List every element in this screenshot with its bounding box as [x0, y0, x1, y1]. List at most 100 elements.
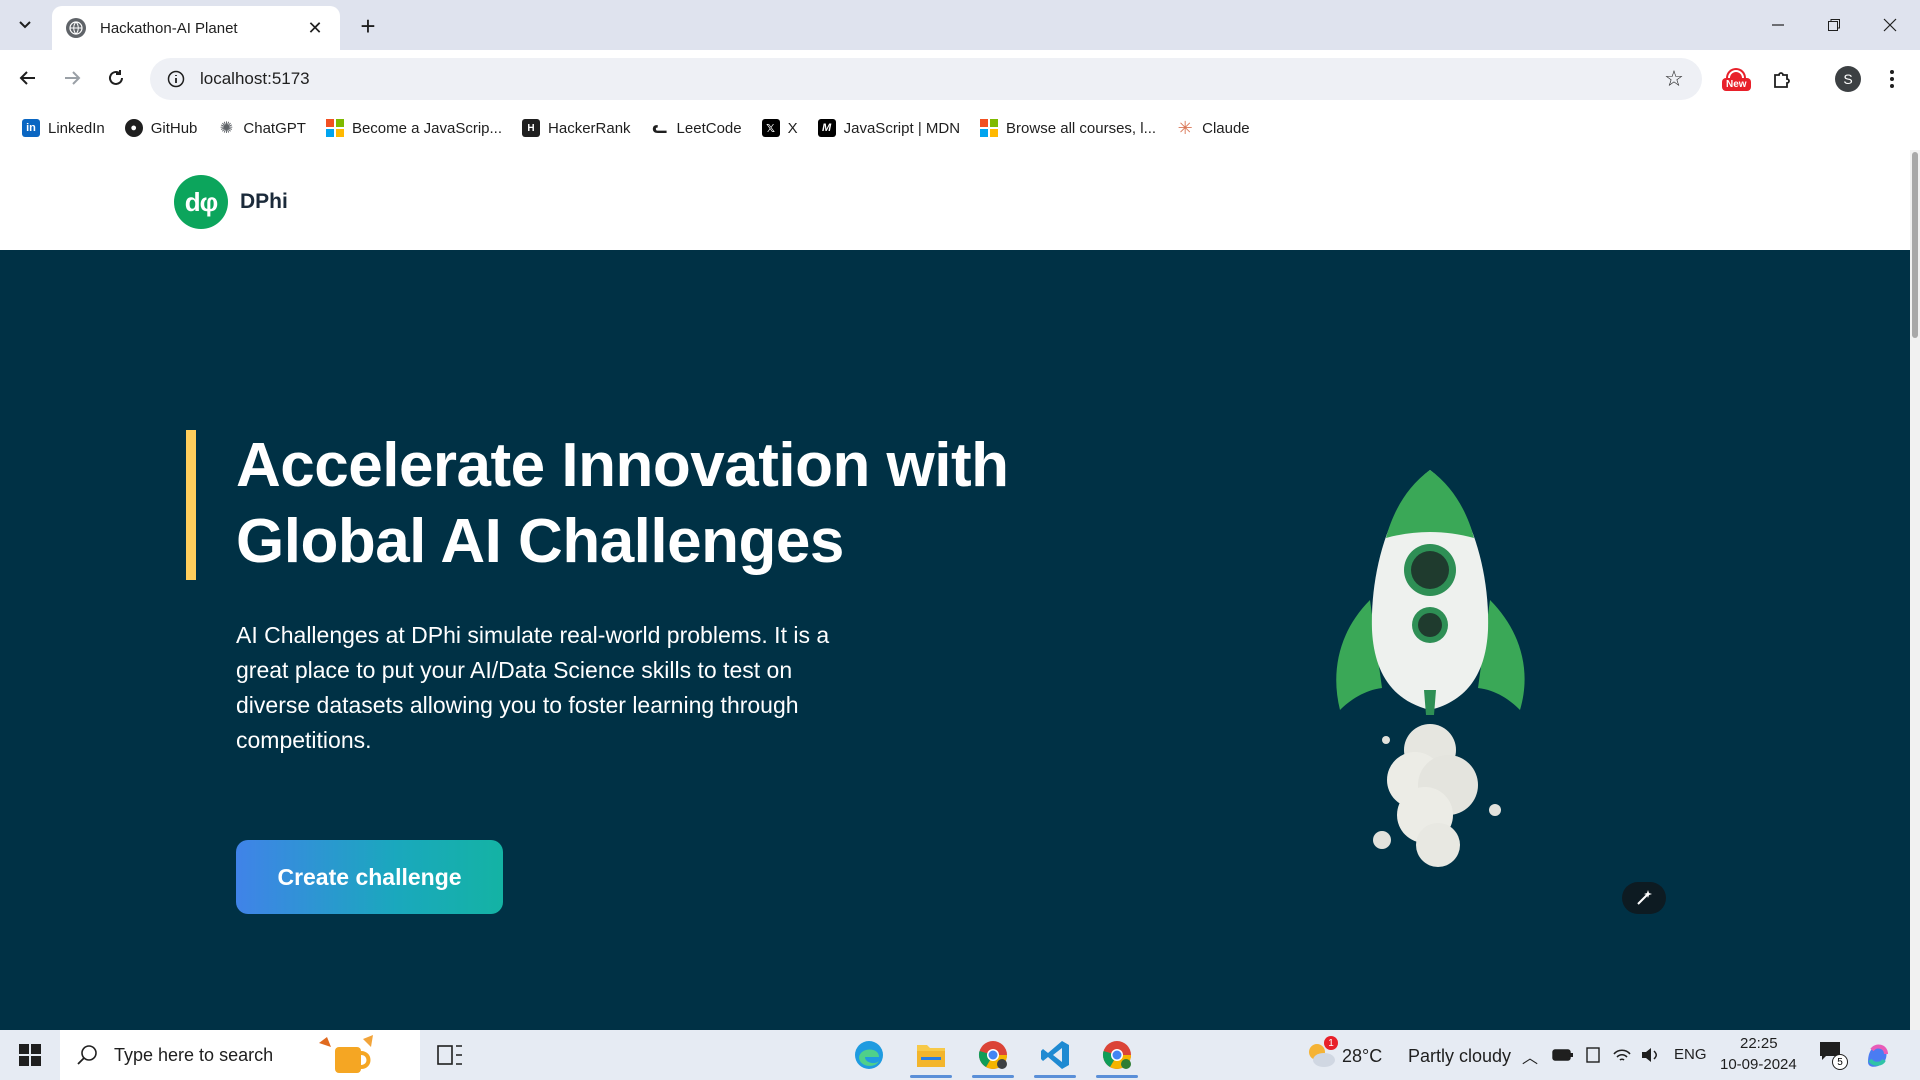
- taskbar-chrome-profile[interactable]: [1090, 1032, 1144, 1078]
- leetcode-icon: ᓚ: [652, 120, 667, 137]
- device-icon[interactable]: [1584, 1046, 1602, 1064]
- wifi-icon[interactable]: [1612, 1046, 1632, 1064]
- close-tab-icon[interactable]: ✕: [304, 17, 326, 39]
- x-icon: 𝕏: [761, 119, 780, 137]
- close-window-button[interactable]: [1862, 0, 1918, 50]
- bookmark-label: LinkedIn: [48, 119, 105, 137]
- bookmark-hackerrank[interactable]: H HackerRank: [514, 112, 639, 144]
- bookmark-label: Become a JavaScrip...: [351, 119, 503, 137]
- bookmark-label: ChatGPT: [243, 119, 306, 137]
- claude-icon: ✳: [1177, 117, 1193, 138]
- logo-text: DPhi: [240, 190, 288, 213]
- minimize-button[interactable]: [1750, 0, 1806, 50]
- hero-accent-bar: [186, 430, 196, 580]
- chevron-down-icon: [19, 21, 31, 29]
- show-hidden-icons[interactable]: ︿: [1522, 1044, 1538, 1068]
- weather-widget[interactable]: 1 28°C Partly cloudy: [1300, 1036, 1511, 1072]
- active-indicator: [1096, 1075, 1138, 1078]
- create-challenge-button[interactable]: Create challenge: [236, 840, 503, 914]
- task-view-icon[interactable]: [436, 1042, 464, 1068]
- arrow-right-icon: [65, 71, 81, 85]
- windows-taskbar: Type here to search 1 28°C Partly cloudy…: [0, 1030, 1920, 1080]
- mdn-icon: M: [817, 119, 836, 137]
- edge-icon: [855, 1041, 883, 1069]
- active-indicator: [910, 1075, 952, 1078]
- bookmark-linkedin[interactable]: in LinkedIn: [14, 112, 113, 144]
- close-icon: [1883, 18, 1897, 32]
- folder-icon: [917, 1045, 945, 1067]
- bookmark-label: Claude: [1202, 119, 1250, 137]
- autumn-mug-icon: [319, 1035, 374, 1073]
- bookmark-javascript-course[interactable]: Become a JavaScrip...: [318, 112, 510, 144]
- battery-icon[interactable]: [1552, 1048, 1574, 1062]
- clock-time[interactable]: 22:25: [1740, 1035, 1778, 1052]
- tab-strip: Hackathon-AI Planet ✕ +: [0, 0, 1920, 50]
- bookmark-label: JavaScript | MDN: [843, 119, 961, 137]
- taskbar-file-explorer[interactable]: [904, 1032, 958, 1078]
- hackerrank-icon: H: [522, 119, 541, 137]
- bookmark-github[interactable]: ● GitHub: [117, 112, 206, 144]
- notification-count: 5: [1832, 1054, 1848, 1070]
- windows-icon: [19, 1044, 41, 1066]
- bookmark-courses[interactable]: Browse all courses, l...: [972, 112, 1164, 144]
- puzzle-icon: [1774, 72, 1790, 88]
- taskbar-search-box[interactable]: Type here to search: [60, 1030, 420, 1080]
- rocket-illustration: [1336, 470, 1525, 867]
- magic-wand-icon: [1637, 890, 1652, 905]
- bookmark-mdn[interactable]: M JavaScript | MDN: [810, 112, 968, 144]
- search-placeholder: Type here to search: [114, 1044, 274, 1065]
- clock-date[interactable]: 10-09-2024: [1720, 1056, 1797, 1073]
- bookmark-label: Browse all courses, l...: [1006, 119, 1157, 137]
- profile-button[interactable]: S: [1828, 60, 1868, 98]
- chrome-icon: [1102, 1041, 1131, 1069]
- bookmark-label: GitHub: [150, 119, 198, 137]
- chrome-icon: [978, 1041, 1007, 1069]
- reload-button[interactable]: [98, 60, 134, 96]
- restore-button[interactable]: [1806, 0, 1862, 50]
- browser-tab[interactable]: Hackathon-AI Planet ✕: [52, 6, 340, 50]
- github-icon: ●: [124, 119, 143, 137]
- extension-new-button[interactable]: New: [1716, 60, 1756, 98]
- taskbar-vscode[interactable]: [1028, 1032, 1082, 1078]
- globe-icon: [66, 18, 86, 38]
- bookmark-leetcode[interactable]: ᓚ LeetCode: [643, 112, 750, 144]
- volume-icon[interactable]: [1640, 1046, 1662, 1064]
- bookmark-label: HackerRank: [548, 119, 631, 137]
- language-indicator[interactable]: ENG: [1674, 1046, 1707, 1063]
- new-tab-button[interactable]: +: [352, 10, 384, 42]
- hero-section: Accelerate Innovation with Global AI Cha…: [0, 250, 1910, 1030]
- tab-search-button[interactable]: [8, 9, 42, 41]
- search-icon: [77, 1045, 97, 1065]
- notification-center-button[interactable]: 5: [1818, 1040, 1848, 1070]
- menu-button[interactable]: [1872, 60, 1912, 98]
- browser-toolbar: localhost:5173 ☆ New S: [0, 50, 1920, 106]
- bookmark-claude[interactable]: ✳ Claude: [1168, 112, 1258, 144]
- more-vertical-icon: [1890, 70, 1894, 88]
- microsoft-icon: [980, 119, 999, 137]
- url-text[interactable]: localhost:5173: [200, 69, 1654, 89]
- weather-desc: Partly cloudy: [1408, 1046, 1512, 1066]
- start-button[interactable]: [0, 1030, 60, 1080]
- weather-temp: 28°C: [1342, 1046, 1383, 1066]
- bookmark-x[interactable]: 𝕏 X: [754, 112, 806, 144]
- scrollbar-thumb[interactable]: [1912, 152, 1918, 338]
- forward-button[interactable]: [54, 60, 90, 96]
- microsoft-icon: [325, 119, 344, 137]
- bookmark-chatgpt[interactable]: ✺ ChatGPT: [209, 112, 314, 144]
- bookmark-label: LeetCode: [676, 119, 742, 137]
- taskbar-edge[interactable]: [842, 1032, 896, 1078]
- bookmark-star-icon[interactable]: ☆: [1654, 58, 1694, 100]
- site-logo[interactable]: dφ DPhi: [174, 175, 288, 229]
- arrow-left-icon: [19, 71, 35, 85]
- site-header: dφ DPhi: [0, 150, 1910, 250]
- copilot-icon[interactable]: [1862, 1040, 1892, 1070]
- address-bar[interactable]: localhost:5173 ☆: [150, 58, 1702, 100]
- logo-mark: dφ: [174, 175, 228, 229]
- site-info-icon[interactable]: [156, 58, 196, 100]
- bookmark-label: X: [787, 119, 798, 137]
- taskbar-chrome[interactable]: [966, 1032, 1020, 1078]
- extensions-button[interactable]: [1762, 60, 1802, 98]
- back-button[interactable]: [10, 60, 46, 96]
- magic-wand-button[interactable]: [1622, 882, 1666, 914]
- weather-alert-badge: 1: [1324, 1036, 1338, 1050]
